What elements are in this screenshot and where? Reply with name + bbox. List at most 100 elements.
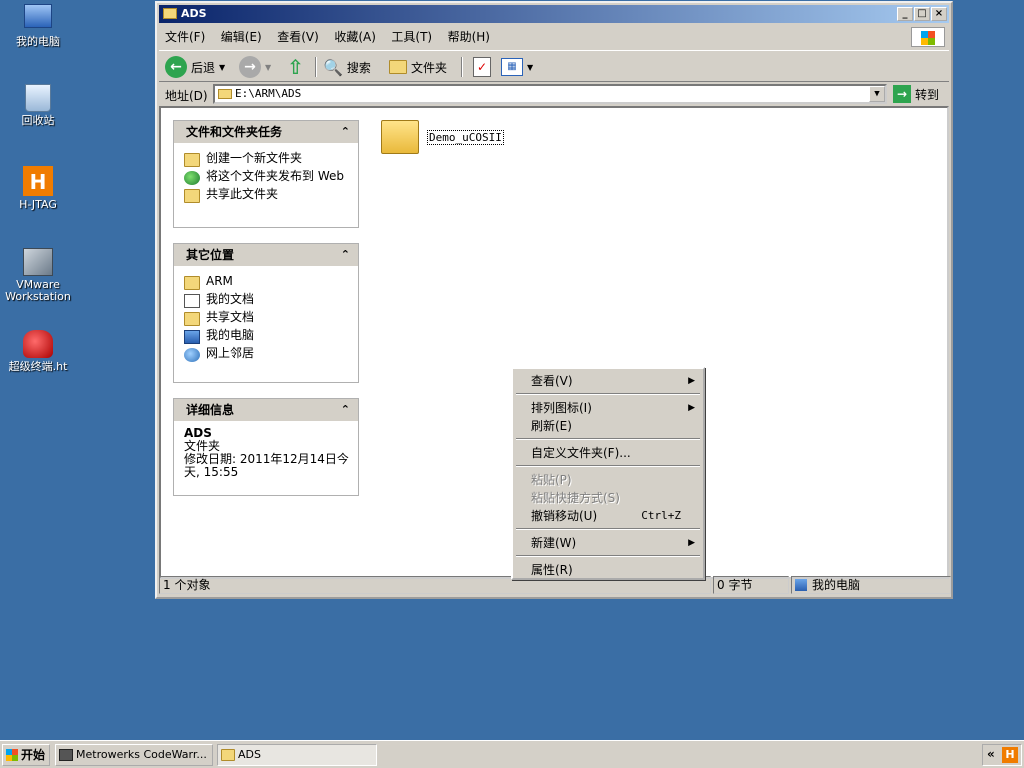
place-label: 共享文档 bbox=[206, 310, 255, 324]
hyperterminal-icon bbox=[23, 330, 53, 358]
panel-title: 详细信息 bbox=[186, 403, 235, 417]
menu-item-label: 粘贴快捷方式(S) bbox=[531, 491, 620, 505]
menu-item-refresh[interactable]: 刷新(E) bbox=[515, 417, 701, 435]
desktop-icon-label: 我的电脑 bbox=[16, 35, 60, 48]
desktop-icon-label: 超级终端.ht bbox=[8, 360, 68, 373]
folder-icon bbox=[163, 8, 177, 19]
other-places-panel: 其它位置 ⌃ ARM 我的文档 共享文档 我的电脑 网上邻居 bbox=[173, 243, 359, 383]
menu-item-arrange-icons[interactable]: 排列图标(I) ▶ bbox=[515, 399, 701, 417]
menu-item-properties[interactable]: 属性(R) bbox=[515, 561, 701, 579]
back-button[interactable]: ← 后退 ▼ bbox=[165, 55, 225, 79]
task-label: 共享此文件夹 bbox=[206, 187, 279, 201]
menu-file[interactable]: 文件(F) bbox=[159, 25, 211, 48]
tray-expand-icon[interactable]: « bbox=[987, 747, 995, 761]
folder-icon bbox=[389, 60, 407, 74]
menu-favorites[interactable]: 收藏(A) bbox=[328, 25, 382, 48]
task-new-folder[interactable]: 创建一个新文件夹 bbox=[184, 152, 350, 167]
new-folder-icon bbox=[184, 153, 200, 167]
taskbar-item-ads[interactable]: ADS bbox=[217, 744, 377, 766]
panel-header[interactable]: 其它位置 ⌃ bbox=[174, 244, 358, 266]
place-arm[interactable]: ARM bbox=[184, 275, 350, 290]
up-folder-button[interactable]: ⇧ bbox=[287, 55, 304, 79]
menu-view[interactable]: 查看(V) bbox=[271, 25, 325, 48]
details-panel: 详细信息 ⌃ ADS 文件夹 修改日期: 2011年12月14日今天, 15:5… bbox=[173, 398, 359, 496]
menu-bar: 文件(F) 编辑(E) 查看(V) 收藏(A) 工具(T) 帮助(H) bbox=[159, 25, 949, 47]
desktop-icon-vmware[interactable]: VMware Workstation bbox=[0, 248, 76, 303]
place-network[interactable]: 网上邻居 bbox=[184, 347, 350, 362]
back-label: 后退 bbox=[191, 60, 216, 75]
title-bar[interactable]: ADS _ □ × bbox=[159, 5, 949, 23]
desktop-icon-hyperterminal[interactable]: 超级终端.ht bbox=[0, 330, 76, 373]
place-my-documents[interactable]: 我的文档 bbox=[184, 293, 350, 308]
desktop-icon-hjtag[interactable]: H H-JTAG bbox=[0, 166, 76, 211]
menu-help[interactable]: 帮助(H) bbox=[442, 25, 496, 48]
computer-icon bbox=[795, 579, 807, 591]
place-label: 网上邻居 bbox=[206, 346, 255, 360]
menu-tools[interactable]: 工具(T) bbox=[385, 25, 438, 48]
codewarrior-icon bbox=[59, 749, 73, 761]
share-folder-icon bbox=[184, 189, 200, 203]
collapse-chevron-icon[interactable]: ⌃ bbox=[341, 244, 350, 266]
desktop-icon-label: H-JTAG bbox=[19, 198, 57, 211]
place-label: 我的电脑 bbox=[206, 328, 255, 342]
toolbar-separator bbox=[315, 57, 317, 77]
place-shared-documents[interactable]: 共享文档 bbox=[184, 311, 350, 326]
menu-item-customize-folder[interactable]: 自定义文件夹(F)... bbox=[515, 444, 701, 462]
panel-title: 其它位置 bbox=[186, 248, 235, 262]
place-my-computer[interactable]: 我的电脑 bbox=[184, 329, 350, 344]
checklist-icon: ✓ bbox=[473, 57, 491, 77]
file-name: Demo_uCOSII bbox=[427, 130, 504, 145]
folders-label: 文件夹 bbox=[411, 60, 448, 75]
menu-item-label: 自定义文件夹(F)... bbox=[531, 446, 631, 460]
submenu-arrow-icon: ▶ bbox=[688, 538, 695, 548]
menu-item-new[interactable]: 新建(W) ▶ bbox=[515, 534, 701, 552]
detail-modified: 修改日期: 2011年12月14日今天, 15:55 bbox=[184, 452, 349, 479]
place-label: 我的文档 bbox=[206, 292, 255, 306]
windows-logo-icon bbox=[911, 27, 945, 47]
search-button[interactable]: 🔍 搜索 bbox=[323, 55, 371, 79]
menu-item-view[interactable]: 查看(V) ▶ bbox=[515, 372, 701, 390]
submenu-arrow-icon: ▶ bbox=[688, 376, 695, 386]
menu-edit[interactable]: 编辑(E) bbox=[215, 25, 268, 48]
panel-header[interactable]: 详细信息 ⌃ bbox=[174, 399, 358, 421]
menu-item-undo-move[interactable]: 撤销移动(U) Ctrl+Z bbox=[515, 507, 701, 525]
menu-item-label: 粘贴(P) bbox=[531, 473, 572, 487]
desktop-icon-recycle-bin[interactable]: 回收站 bbox=[0, 84, 76, 127]
forward-button[interactable]: → ▼ bbox=[239, 55, 271, 79]
menu-item-label: 属性(R) bbox=[531, 563, 573, 577]
minimize-button[interactable]: _ bbox=[897, 7, 913, 21]
hjtag-tray-icon[interactable]: H bbox=[1002, 747, 1018, 763]
documents-icon bbox=[184, 294, 200, 308]
menu-item-label: 新建(W) bbox=[531, 536, 577, 550]
address-input[interactable]: E:\ARM\ADS ▼ bbox=[213, 84, 887, 104]
collapse-chevron-icon[interactable]: ⌃ bbox=[341, 121, 350, 143]
taskbar-item-codewarrior[interactable]: Metrowerks CodeWarr... bbox=[55, 744, 213, 766]
folder-icon bbox=[221, 749, 235, 761]
views-button[interactable]: ▦ ▼ bbox=[501, 55, 533, 79]
check-button[interactable]: ✓ bbox=[473, 55, 491, 79]
start-button[interactable]: 开始 bbox=[2, 744, 50, 766]
menu-separator bbox=[516, 465, 700, 467]
task-share-folder[interactable]: 共享此文件夹 bbox=[184, 188, 350, 203]
close-button[interactable]: × bbox=[931, 7, 947, 21]
desktop-icon-label: 回收站 bbox=[21, 114, 55, 127]
window-title: ADS bbox=[181, 7, 207, 20]
go-label: 转到 bbox=[915, 87, 940, 102]
menu-separator bbox=[516, 438, 700, 440]
desktop-icon-my-computer[interactable]: 我的电脑 bbox=[0, 4, 76, 48]
panel-header[interactable]: 文件和文件夹任务 ⌃ bbox=[174, 121, 358, 143]
maximize-button[interactable]: □ bbox=[914, 7, 930, 21]
task-label: 将这个文件夹发布到 Web bbox=[206, 169, 344, 183]
file-item[interactable]: Demo_uCOSII bbox=[381, 120, 504, 154]
task-label: 创建一个新文件夹 bbox=[206, 151, 303, 165]
address-dropdown-button[interactable]: ▼ bbox=[869, 86, 885, 102]
go-button[interactable]: → 转到 bbox=[893, 85, 939, 103]
address-value: E:\ARM\ADS bbox=[235, 87, 302, 100]
task-label: Metrowerks CodeWarr... bbox=[76, 748, 207, 761]
folders-button[interactable]: 文件夹 bbox=[389, 55, 447, 79]
start-label: 开始 bbox=[21, 748, 46, 762]
toolbar: ← 后退 ▼ → ▼ ⇧ 🔍 搜索 文件夹 ✓ ▦ ▼ bbox=[159, 50, 949, 82]
collapse-chevron-icon[interactable]: ⌃ bbox=[341, 399, 350, 421]
menu-item-label: 查看(V) bbox=[531, 374, 573, 388]
task-publish-web[interactable]: 将这个文件夹发布到 Web bbox=[184, 170, 350, 185]
